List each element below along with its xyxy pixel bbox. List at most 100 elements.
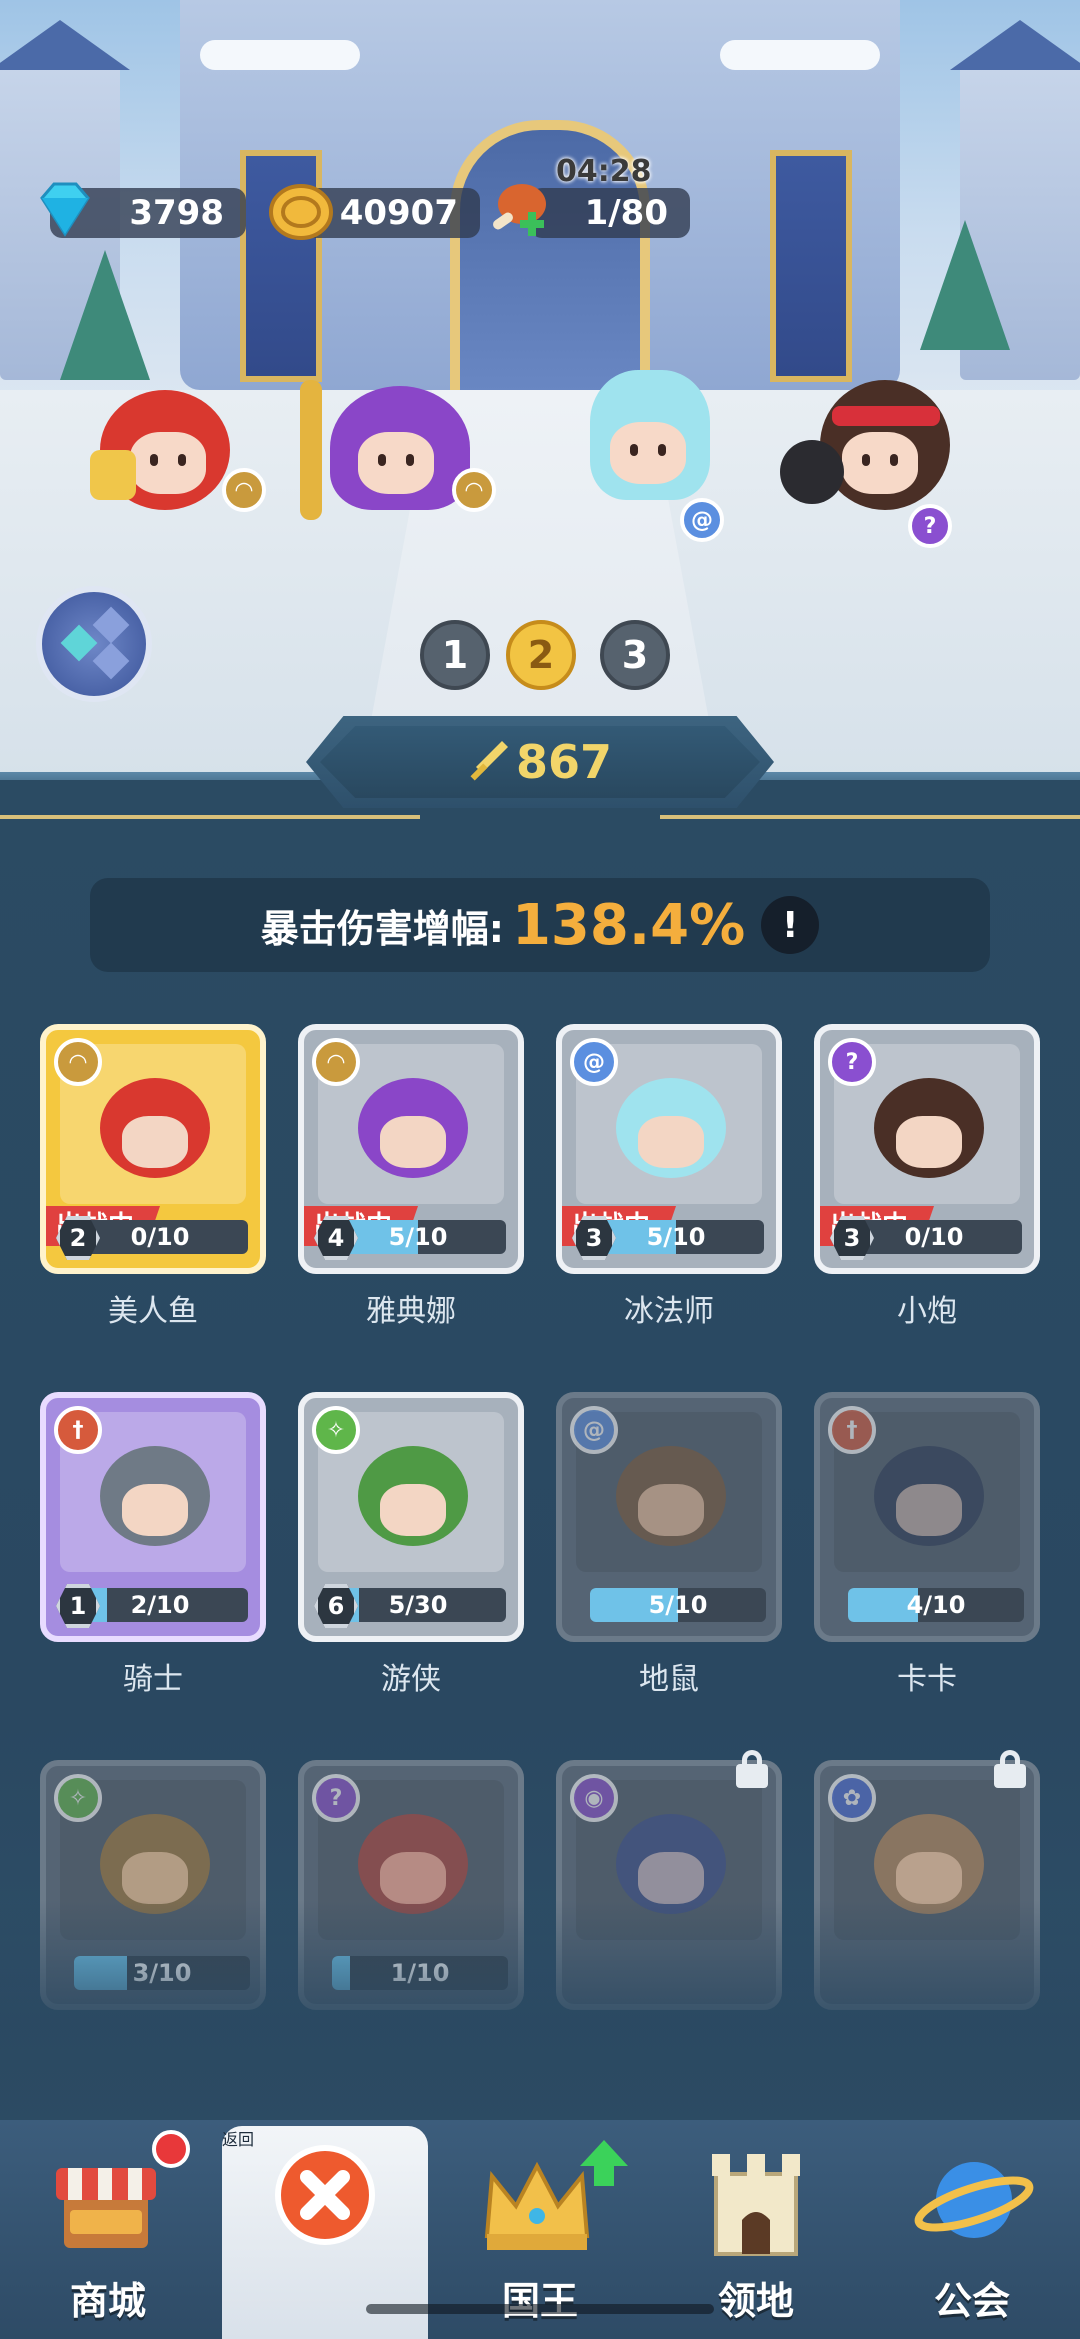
hero-card[interactable]: ◠出战中0/102: [40, 1024, 266, 1274]
hero-name: 雅典娜: [366, 1294, 456, 1329]
magic-wand-icon: ?: [828, 1038, 876, 1086]
shard-progress-bar: 5/10: [590, 1588, 766, 1622]
hero-face: [380, 1484, 446, 1536]
meat-icon: [493, 184, 546, 236]
team-power: 867: [515, 735, 613, 789]
hero-face: [638, 1116, 704, 1168]
hero-name: 骑士: [123, 1662, 183, 1697]
pine-tree: [920, 220, 1010, 350]
hero-face: [130, 432, 206, 494]
stamina-timer: 04:28: [556, 154, 652, 189]
hero-name: 美人鱼: [108, 1294, 198, 1329]
stamina-counter[interactable]: 1/80: [530, 188, 690, 238]
hero-card[interactable]: ✧ 5/30 6: [298, 1392, 524, 1642]
hero-face: [896, 1852, 962, 1904]
stage-hero-ice-mage[interactable]: @: [570, 370, 724, 542]
diamond-icon: [92, 642, 130, 680]
bandana: [832, 406, 940, 426]
gem-count: 3798: [129, 193, 224, 233]
hero-face: [610, 422, 686, 484]
pine-tree: [60, 250, 150, 380]
hero-card[interactable]: @5/10: [556, 1392, 782, 1642]
wings-icon: ◠: [312, 1038, 360, 1086]
stage-hero-mermaid[interactable]: ◠: [90, 380, 266, 520]
eye-icon: ◉: [570, 1774, 618, 1822]
hero-face: [122, 1484, 188, 1536]
nav-guild[interactable]: 公会: [864, 2120, 1080, 2339]
info-button[interactable]: !: [761, 896, 820, 954]
hero-face: [380, 1852, 446, 1904]
home-indicator: [366, 2304, 714, 2314]
hero-face: [638, 1484, 704, 1536]
hero-card[interactable]: ◠出战中5/104: [298, 1024, 524, 1274]
wings-icon: ◠: [452, 468, 496, 512]
hero-face: [380, 1116, 446, 1168]
hero-name: 小炮: [897, 1294, 957, 1329]
harp-icon: [90, 450, 136, 500]
padlock-icon: [990, 1748, 1030, 1788]
snow: [720, 40, 880, 70]
paw-icon: ✿: [828, 1774, 876, 1822]
bow-icon: ✧: [54, 1774, 102, 1822]
crit-bonus-label: 暴击伤害增幅:: [260, 906, 504, 951]
wings-icon: ◠: [222, 468, 266, 512]
magic-wand-icon: ?: [312, 1774, 360, 1822]
castle-icon: [712, 2154, 800, 2256]
close-icon: [275, 2145, 375, 2245]
nav-label: 商城: [69, 2279, 146, 2323]
nav-label: 国王: [501, 2279, 578, 2323]
crown-icon: [484, 2161, 590, 2250]
diamond-icon: [60, 624, 98, 662]
stage-hero-athena[interactable]: ◠: [300, 380, 496, 520]
coin-count: 40907: [339, 193, 458, 233]
team-page-3[interactable]: 3: [600, 620, 670, 690]
hero-face: [358, 432, 434, 494]
hero-name: 游侠: [381, 1662, 441, 1697]
sword-icon: [470, 741, 508, 781]
hero-name: 冰法师: [624, 1294, 714, 1329]
sword-icon: †: [828, 1406, 876, 1454]
hero-card[interactable]: ?出战中0/103: [814, 1024, 1040, 1274]
power-display: 867: [320, 726, 760, 798]
team-page-1[interactable]: 1: [420, 620, 490, 690]
hero-name: 卡卡: [897, 1662, 957, 1697]
castle-banner: [770, 150, 852, 382]
hero-face: [638, 1852, 704, 1904]
hero-card[interactable]: † 4/10: [814, 1392, 1040, 1642]
stage-hero-cannoneer[interactable]: ?: [780, 380, 952, 548]
hero-face: [122, 1116, 188, 1168]
panel-trim: [0, 815, 420, 819]
hero-card[interactable]: @出战中5/103: [556, 1024, 782, 1274]
team-page-label: 3: [621, 633, 649, 677]
diamond-icon: [40, 182, 90, 237]
formation-button[interactable]: [36, 586, 152, 702]
bomb-icon: [780, 440, 844, 504]
scroll-fade: [0, 1900, 1080, 2130]
diamond-icon: [92, 606, 130, 644]
crit-bonus-value: 138.4%: [511, 892, 746, 958]
hero-face: [842, 432, 918, 494]
bow-icon: ✧: [312, 1406, 360, 1454]
upgrade-arrow-icon: [580, 2140, 628, 2186]
padlock-icon: [732, 1748, 772, 1788]
spiral-icon: @: [570, 1038, 618, 1086]
stamina-count: 1/80: [584, 193, 668, 233]
staff-icon: [300, 380, 322, 520]
shard-progress-text: 5/10: [648, 1591, 708, 1619]
hero-name: 地鼠: [639, 1662, 699, 1697]
nav-label: 领地: [717, 2279, 794, 2323]
nav-label: 公会: [933, 2279, 1010, 2323]
panel-trim: [660, 815, 1080, 819]
spiral-icon: @: [680, 498, 724, 542]
hero-card[interactable]: † 2/10 1: [40, 1392, 266, 1642]
hero-face: [896, 1484, 962, 1536]
spiral-icon: @: [570, 1406, 618, 1454]
notification-badge: [152, 2130, 190, 2168]
snow: [200, 40, 360, 70]
team-page-2[interactable]: 2: [506, 620, 576, 690]
shard-progress-text: 4/10: [906, 1591, 966, 1619]
magic-wand-icon: ?: [908, 504, 952, 548]
wings-icon: ◠: [54, 1038, 102, 1086]
team-page-label: 2: [527, 633, 555, 677]
shop-icon: [56, 2168, 156, 2248]
